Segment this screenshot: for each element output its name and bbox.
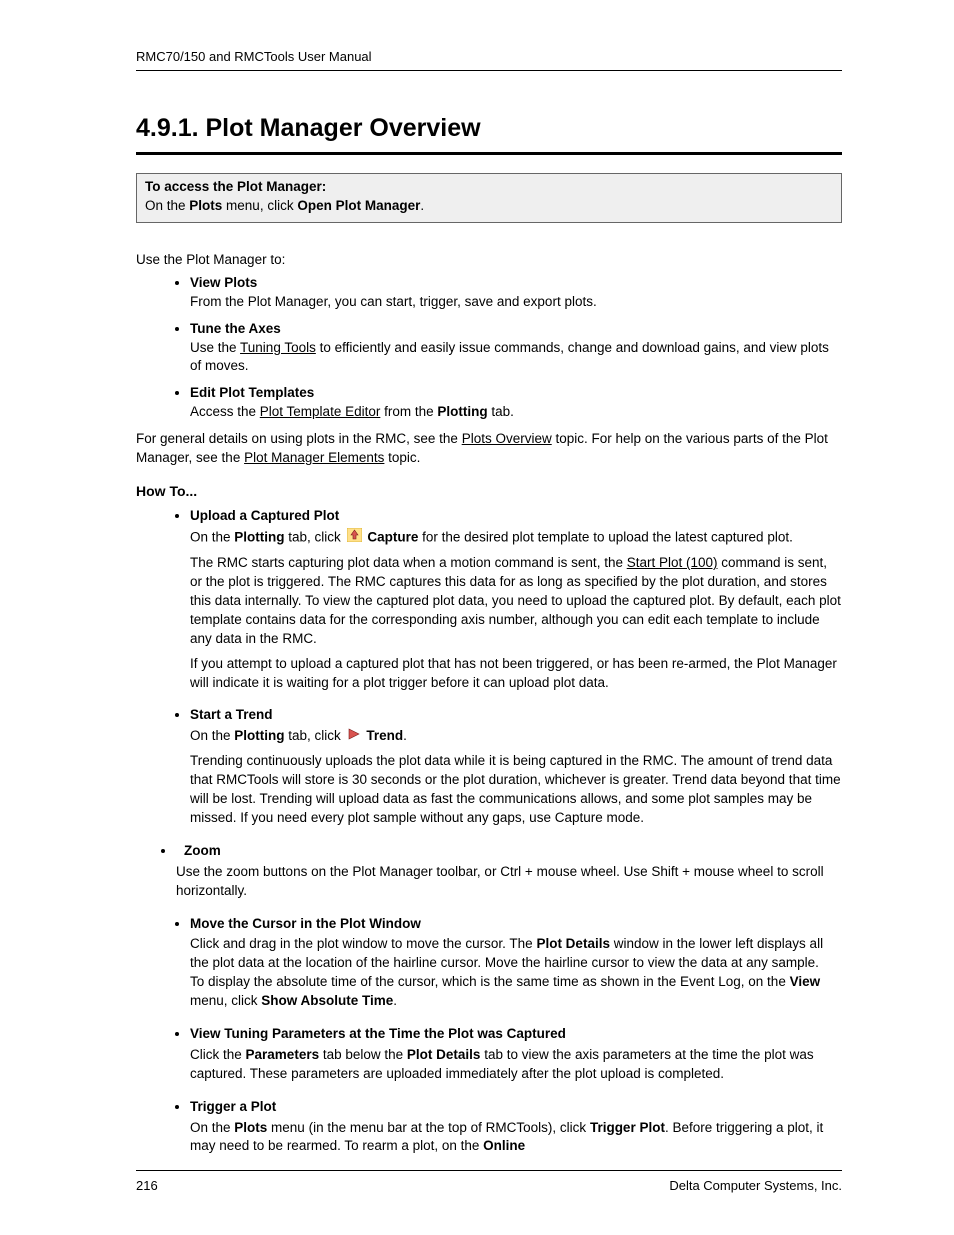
access-line1: To access the Plot Manager: <box>145 179 326 194</box>
trend-play-icon <box>347 727 361 746</box>
text-bold: Plots <box>234 1120 267 1135</box>
text: . <box>393 993 397 1008</box>
list-item: Tune the Axes Use the Tuning Tools to ef… <box>190 320 842 377</box>
text: On the <box>190 530 234 545</box>
item-body: From the Plot Manager, you can start, tr… <box>190 293 842 312</box>
text-bold: Plot Details <box>536 936 610 951</box>
text: For general details on using plots in th… <box>136 431 462 446</box>
list-item: Edit Plot Templates Access the Plot Temp… <box>190 384 842 422</box>
text-bold: Trend <box>366 728 403 743</box>
text: tab below the <box>319 1047 407 1062</box>
plots-overview-link[interactable]: Plots Overview <box>462 431 552 446</box>
access-line2-b: Plots <box>189 198 222 213</box>
plot-manager-elements-link[interactable]: Plot Manager Elements <box>244 450 384 465</box>
access-line2-c: menu, click <box>222 198 297 213</box>
page: RMC70/150 and RMCTools User Manual 4.9.1… <box>0 0 954 1235</box>
text: To display the absolute time of the curs… <box>190 974 790 989</box>
list-item: View Tuning Parameters at the Time the P… <box>190 1025 842 1084</box>
text-bold: Show Absolute Time <box>261 993 393 1008</box>
text: Click and drag in the plot window to mov… <box>190 936 536 951</box>
text-bold: Online <box>483 1138 525 1153</box>
item-title: View Tuning Parameters at the Time the P… <box>190 1025 842 1044</box>
list-item: Start a Trend On the Plotting tab, click… <box>190 706 842 827</box>
howto-heading: How To... <box>136 482 842 502</box>
text-bold: View <box>790 974 821 989</box>
plot-template-editor-link[interactable]: Plot Template Editor <box>260 404 381 419</box>
tuning-tools-link[interactable]: Tuning Tools <box>240 340 316 355</box>
text-bold: Parameters <box>246 1047 320 1062</box>
text: menu, click <box>190 993 261 1008</box>
page-number: 216 <box>136 1177 158 1195</box>
text: for the desired plot template to upload … <box>418 530 793 545</box>
item-title: Tune the Axes <box>190 321 281 336</box>
text: On the <box>190 728 234 743</box>
capture-upload-icon <box>347 528 362 548</box>
text: Use the zoom buttons on the Plot Manager… <box>176 863 842 901</box>
para: Trending continuously uploads the plot d… <box>190 752 842 828</box>
item-title: Trigger a Plot <box>190 1098 842 1117</box>
text-bold: Plotting <box>234 728 284 743</box>
page-title: 4.9.1. Plot Manager Overview <box>136 111 842 146</box>
text: menu (in the menu bar at the top of RMCT… <box>267 1120 590 1135</box>
text-bold: Plotting <box>234 530 284 545</box>
text-bold: Plot Details <box>407 1047 481 1062</box>
intro-text: Use the Plot Manager to: <box>136 251 842 270</box>
access-line2-d: Open Plot Manager <box>297 198 420 213</box>
howto-list: Upload a Captured Plot On the Plotting t… <box>136 507 842 1156</box>
list-item: Zoom Use the zoom buttons on the Plot Ma… <box>176 842 842 901</box>
item-title: Edit Plot Templates <box>190 385 314 400</box>
text: Use the <box>190 340 240 355</box>
item-title: Upload a Captured Plot <box>190 507 842 526</box>
para: If you attempt to upload a captured plot… <box>190 655 842 693</box>
header-rule <box>136 70 842 71</box>
general-para: For general details on using plots in th… <box>136 430 842 468</box>
text-bold: Capture <box>367 530 418 545</box>
access-line2-e: . <box>420 198 424 213</box>
company-name: Delta Computer Systems, Inc. <box>669 1177 842 1195</box>
text: . <box>403 728 407 743</box>
item-title: View Plots <box>190 275 257 290</box>
list-item: Upload a Captured Plot On the Plotting t… <box>190 507 842 692</box>
text-bold: Trigger Plot <box>590 1120 665 1135</box>
footer: 216 Delta Computer Systems, Inc. <box>136 1170 842 1195</box>
footer-rule <box>136 1170 842 1171</box>
start-plot-100-link[interactable]: Start Plot (100) <box>627 555 718 570</box>
top-list: View Plots From the Plot Manager, you ca… <box>136 274 842 422</box>
text: Access the <box>190 404 260 419</box>
text-bold: Plotting <box>437 404 487 419</box>
text: from the <box>380 404 437 419</box>
list-item: View Plots From the Plot Manager, you ca… <box>190 274 842 312</box>
access-line2-a: On the <box>145 198 189 213</box>
text: The RMC starts capturing plot data when … <box>190 555 627 570</box>
list-item: Move the Cursor in the Plot Window Click… <box>190 915 842 1011</box>
header-text: RMC70/150 and RMCTools User Manual <box>136 48 842 66</box>
item-title: Zoom <box>184 842 842 861</box>
item-title: Move the Cursor in the Plot Window <box>190 915 842 934</box>
title-underline <box>136 152 842 155</box>
text: topic. <box>384 450 420 465</box>
text: Click the <box>190 1047 246 1062</box>
text: tab, click <box>285 728 345 743</box>
item-title: Start a Trend <box>190 706 842 725</box>
list-item: Trigger a Plot On the Plots menu (in the… <box>190 1098 842 1157</box>
access-box: To access the Plot Manager: On the Plots… <box>136 173 842 223</box>
para: The RMC starts capturing plot data when … <box>190 554 842 648</box>
text: On the <box>190 1120 234 1135</box>
text: tab, click <box>285 530 345 545</box>
text: tab. <box>488 404 514 419</box>
